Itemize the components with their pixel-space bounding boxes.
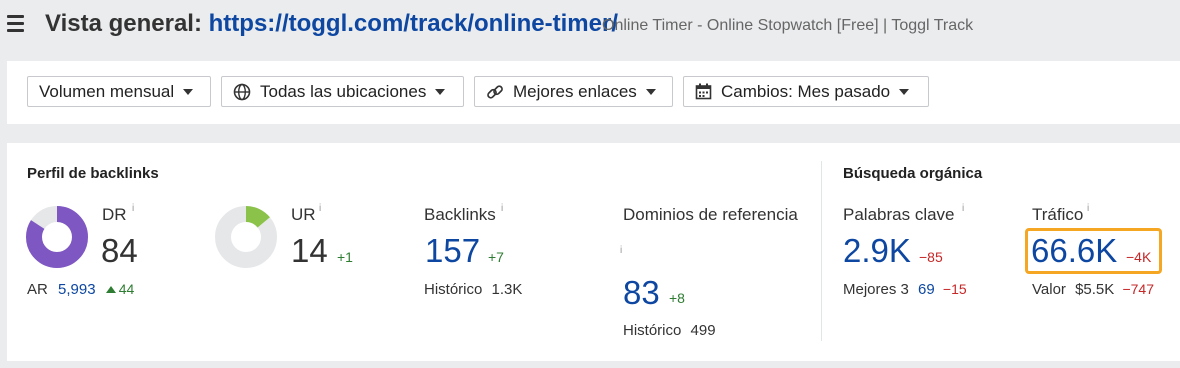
traffic-info-icon[interactable]: i — [1087, 203, 1089, 214]
ur-change: +1 — [337, 249, 353, 265]
backlinks-change: +7 — [488, 249, 504, 265]
target-url-link[interactable]: https://toggl.com/track/online-timer/ — [209, 10, 618, 37]
top3-label: Mejores 3 — [843, 281, 909, 298]
dr-donut-chart — [26, 206, 88, 268]
page-title: Vista general: https://toggl.com/track/o… — [45, 10, 618, 38]
ar-row: AR 5,993 44 — [27, 281, 134, 298]
ref-domains-value[interactable]: 83 — [623, 274, 660, 312]
location-filter-label: Todas las ubicaciones — [260, 81, 427, 101]
top3-row: Mejores 3 69 −15 — [843, 281, 967, 298]
ref-domains-history: Histórico 499 — [623, 322, 716, 339]
traffic-label: Tráfico — [1032, 205, 1084, 224]
menu-icon[interactable] — [7, 15, 24, 32]
backlinks-history: Histórico 1.3K — [424, 281, 522, 298]
link-icon — [487, 84, 503, 99]
ref-domains-history-value: 499 — [690, 322, 716, 339]
location-filter-button[interactable]: Todas las ubicaciones — [221, 76, 464, 107]
backlinks-label: Backlinks — [424, 205, 496, 224]
backlinks-history-value: 1.3K — [491, 281, 523, 298]
ref-domains-change: +8 — [669, 290, 685, 306]
backlinks-value[interactable]: 157 — [425, 232, 480, 270]
volume-filter-button[interactable]: Volumen mensual — [27, 76, 211, 107]
volume-filter-label: Volumen mensual — [39, 81, 175, 101]
traffic-change: −4K — [1126, 249, 1152, 265]
globe-icon — [233, 83, 251, 100]
backlinks-info-icon[interactable]: i — [501, 203, 503, 214]
ar-change: 44 — [105, 281, 134, 297]
best-links-filter-label: Mejores enlaces — [513, 81, 637, 101]
chevron-down-icon — [435, 88, 446, 95]
ur-info-icon[interactable]: i — [319, 203, 321, 214]
ref-domains-info-icon[interactable]: i — [620, 245, 622, 256]
page-meta-title: Online Timer - Online Stopwatch [Free] |… — [602, 17, 974, 34]
traffic-value-label: Valor — [1032, 281, 1066, 298]
ur-value: 14 — [291, 232, 328, 269]
chevron-down-icon — [183, 88, 194, 95]
changes-filter-label: Cambios: Mes pasado — [721, 81, 891, 101]
best-links-filter-button[interactable]: Mejores enlaces — [474, 76, 673, 107]
ar-value[interactable]: 5,993 — [58, 281, 96, 298]
title-prefix: Vista general: — [45, 10, 202, 37]
keywords-info-icon[interactable]: i — [962, 203, 964, 214]
backlinks-history-label: Histórico — [424, 281, 483, 298]
filter-bar: Volumen mensual Todas las ubicaciones Me… — [7, 61, 1180, 124]
keywords-change: −85 — [919, 249, 943, 265]
triangle-up-icon — [105, 286, 116, 293]
calendar-icon — [695, 83, 712, 100]
section-divider — [821, 161, 822, 341]
chevron-down-icon — [645, 88, 656, 95]
dr-value: 84 — [101, 232, 138, 269]
keywords-value[interactable]: 2.9K — [843, 232, 911, 270]
ur-donut-chart — [215, 206, 277, 268]
traffic-value-amount: $5.5K — [1075, 281, 1115, 298]
metrics-panel: Perfil de backlinks Búsqueda orgánica DR… — [7, 143, 1180, 361]
ar-label: AR — [27, 281, 48, 298]
ref-domains-label: Dominios de referencia — [623, 205, 798, 224]
keywords-label: Palabras clave — [843, 205, 955, 224]
chevron-down-icon — [899, 88, 910, 95]
traffic-value[interactable]: 66.6K — [1031, 232, 1117, 270]
ref-domains-history-label: Histórico — [623, 322, 682, 339]
ur-label: UR — [291, 205, 316, 224]
page-header: Vista general: https://toggl.com/track/o… — [0, 0, 1180, 52]
traffic-value-change: −747 — [1122, 281, 1154, 297]
top3-change: −15 — [942, 281, 967, 297]
backlink-profile-title: Perfil de backlinks — [27, 165, 159, 182]
traffic-value-row: Valor $5.5K −747 — [1032, 281, 1154, 298]
dr-info-icon[interactable]: i — [132, 203, 134, 214]
changes-filter-button[interactable]: Cambios: Mes pasado — [683, 76, 929, 107]
top3-value[interactable]: 69 — [918, 281, 935, 298]
organic-search-title: Búsqueda orgánica — [843, 165, 983, 182]
dr-label: DR — [102, 205, 127, 224]
